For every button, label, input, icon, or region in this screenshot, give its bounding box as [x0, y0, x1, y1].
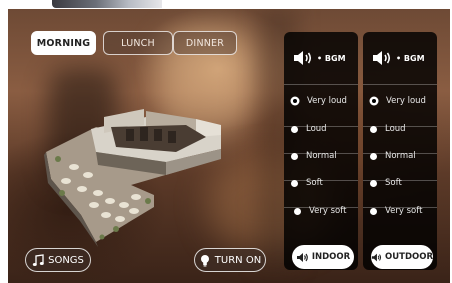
songs-button[interactable]: SONGS: [25, 248, 91, 272]
volume-option-loud[interactable]: Loud: [284, 116, 358, 142]
option-label: Soft: [385, 178, 402, 188]
window-thumbnail: [52, 0, 162, 8]
turn-on-label: TURN ON: [214, 254, 262, 266]
outdoor-bgm-panel: • BGM Very loud Loud Normal Soft Very so…: [363, 32, 437, 270]
radio[interactable]: [291, 152, 298, 160]
volume-option-very-loud[interactable]: Very loud: [363, 88, 437, 114]
restaurant-background: MORNING LUNCH DINNER • BGM Very loud Lou…: [8, 9, 450, 283]
option-label: Normal: [385, 151, 416, 161]
divider: [284, 84, 358, 85]
indoor-button-label: INDOOR: [311, 252, 351, 262]
bgm-label: • BGM: [396, 53, 425, 63]
music-note-icon: [32, 253, 44, 266]
option-label: Very loud: [386, 96, 426, 106]
restaurant-3d-model[interactable]: [36, 97, 226, 247]
outdoor-button[interactable]: OUTDOOR: [371, 245, 433, 269]
radio-selected[interactable]: [370, 97, 378, 105]
speaker-icon: [373, 51, 391, 65]
volume-option-very-soft[interactable]: Very soft: [363, 198, 437, 224]
songs-label: SONGS: [48, 254, 84, 266]
volume-option-very-soft[interactable]: Very soft: [284, 198, 358, 224]
volume-option-soft[interactable]: Soft: [284, 170, 358, 196]
indoor-bgm-panel: • BGM Very loud Loud Normal Soft Very so…: [284, 32, 358, 270]
option-label: Normal: [306, 151, 337, 161]
radio[interactable]: [370, 179, 377, 187]
outdoor-button-label: OUTDOOR: [385, 252, 433, 262]
volume-option-very-loud[interactable]: Very loud: [284, 88, 358, 114]
option-label: Loud: [385, 124, 406, 134]
volume-option-normal[interactable]: Normal: [284, 143, 358, 169]
option-label: Very soft: [385, 206, 423, 216]
radio[interactable]: [370, 207, 377, 215]
speaker-icon: [296, 252, 308, 262]
option-label: Loud: [306, 124, 327, 134]
volume-option-soft[interactable]: Soft: [363, 170, 437, 196]
radio[interactable]: [294, 207, 301, 215]
radio[interactable]: [291, 179, 298, 187]
turn-on-button[interactable]: TURN ON: [194, 248, 266, 272]
bgm-label: • BGM: [317, 53, 346, 63]
tab-dinner[interactable]: DINNER: [173, 31, 237, 55]
lightbulb-icon: [200, 254, 209, 266]
tab-lunch[interactable]: LUNCH: [103, 31, 173, 55]
divider: [363, 84, 437, 85]
tab-morning[interactable]: MORNING: [31, 31, 96, 55]
option-label: Soft: [306, 178, 323, 188]
radio[interactable]: [291, 125, 298, 133]
speaker-icon: [371, 253, 382, 261]
radio[interactable]: [370, 152, 377, 160]
radio-selected[interactable]: [291, 97, 299, 105]
option-label: Very loud: [307, 96, 347, 106]
option-label: Very soft: [309, 206, 347, 216]
volume-option-loud[interactable]: Loud: [363, 116, 437, 142]
radio[interactable]: [370, 125, 377, 133]
speaker-icon: [294, 51, 312, 65]
volume-option-normal[interactable]: Normal: [363, 143, 437, 169]
indoor-button[interactable]: INDOOR: [292, 245, 354, 269]
